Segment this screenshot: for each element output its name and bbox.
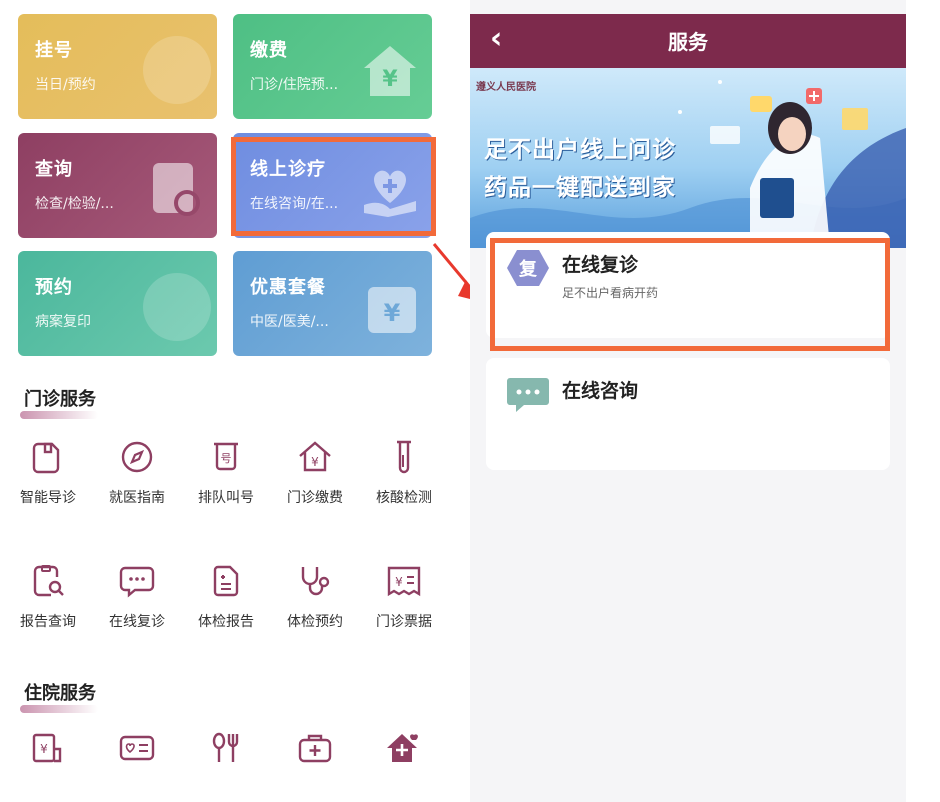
stethoscope-icon [143, 36, 211, 104]
smart-guide-icon [32, 442, 60, 474]
right-screen: ‹ 服务 遵义人民医院 足不出户线上问诊 药品一键配送到家 复 在线复诊 足不出… [470, 0, 906, 802]
tile-packages[interactable]: 优惠套餐 中医/医美/... ¥ [233, 251, 432, 356]
tile-query[interactable]: 查询 检查/检验/... [18, 133, 217, 238]
receipt-icon: ¥ [387, 566, 421, 597]
meal-icon [212, 732, 239, 762]
grid-item-label: 体检预约 [287, 614, 343, 630]
tile-payment[interactable]: 缴费 门诊/住院预... ¥ [233, 14, 432, 119]
test-tube-icon [397, 440, 411, 474]
payment-house-icon: ¥ [299, 441, 331, 472]
chat-bubble-icon [507, 378, 549, 412]
report-search-icon [153, 163, 200, 216]
grid-item-queue[interactable]: 号 排队叫号 [181, 437, 271, 507]
grid-item-deposit[interactable]: ¥ [3, 728, 93, 768]
highlight-box [231, 137, 436, 236]
grid-item-label: 报告查询 [20, 614, 76, 630]
compass-icon [121, 441, 153, 473]
report-search-icon [33, 565, 64, 597]
svg-text:¥: ¥ [395, 575, 403, 589]
wallet-icon: ¥ [368, 287, 416, 333]
section-inpatient-title: 住院服务 [20, 679, 98, 713]
svg-text:¥: ¥ [384, 299, 401, 327]
banner-line-1: 足不出户线上问诊 [484, 137, 676, 163]
grid-item-report-search[interactable]: 报告查询 [3, 561, 93, 631]
svg-text:号: 号 [221, 452, 232, 465]
chat-bubble-icon [119, 566, 155, 598]
section-outpatient-title: 门诊服务 [20, 385, 98, 419]
svg-text:¥: ¥ [311, 455, 319, 469]
grid-item-exam-appointment[interactable]: 体检预约 [270, 561, 360, 631]
tile-appointment[interactable]: 预约 病案复印 [18, 251, 217, 356]
svg-text:¥: ¥ [40, 742, 48, 756]
grid-item-exam-report[interactable]: 体检报告 [181, 561, 271, 631]
grid-item-label: 智能导诊 [20, 490, 76, 506]
medkit-icon [298, 734, 332, 763]
grid-item-guide[interactable]: 就医指南 [92, 437, 182, 507]
banner-line-2: 药品一键配送到家 [484, 175, 676, 201]
grid-item-label: 就医指南 [109, 490, 165, 506]
grid-item-receipt[interactable]: ¥ 门诊票据 [359, 561, 449, 631]
payment-house-icon: ¥ [364, 46, 416, 96]
service-card-online-consult[interactable]: 在线咨询 [486, 358, 890, 470]
queue-number-icon: 号 [214, 442, 238, 471]
grid-item-nucleic-test[interactable]: 核酸检测 [359, 437, 449, 507]
stethoscope-icon [301, 567, 330, 596]
grid-item-online-revisit[interactable]: 在线复诊 [92, 561, 182, 631]
header-bar: ‹ 服务 [470, 14, 906, 68]
grid-item-smart-guide[interactable]: 智能导诊 [3, 437, 93, 507]
grid-item-meal[interactable] [181, 728, 271, 768]
grid-item-label: 排队叫号 [198, 490, 254, 506]
grid-item-label: 门诊缴费 [287, 490, 343, 506]
grid-item-id-card[interactable] [92, 728, 182, 768]
service-title: 在线咨询 [562, 380, 639, 402]
tile-registration[interactable]: 挂号 当日/预约 [18, 14, 217, 119]
highlight-box [490, 238, 890, 351]
svg-text:¥: ¥ [382, 67, 398, 92]
grid-item-label: 门诊票据 [376, 614, 432, 630]
stethoscope-icon [143, 273, 211, 341]
grid-item-label: 在线复诊 [109, 614, 165, 630]
grid-item-care[interactable] [359, 728, 449, 768]
page-title: 服务 [668, 30, 708, 54]
promo-banner[interactable]: 遵义人民医院 足不出户线上问诊 药品一键配送到家 [470, 68, 906, 248]
grid-item-label: 核酸检测 [376, 490, 432, 506]
id-card-icon [119, 735, 155, 761]
left-screen: 挂号 当日/预约 缴费 门诊/住院预... ¥ 查询 检查/检验/... 线上诊… [0, 0, 450, 802]
grid-item-outpatient-payment[interactable]: ¥ 门诊缴费 [270, 437, 360, 507]
grid-item-label: 体检报告 [198, 614, 254, 630]
grid-item-medkit[interactable] [270, 728, 360, 768]
care-house-icon [387, 734, 418, 762]
deposit-icon: ¥ [32, 733, 62, 763]
exam-report-icon [213, 565, 239, 597]
